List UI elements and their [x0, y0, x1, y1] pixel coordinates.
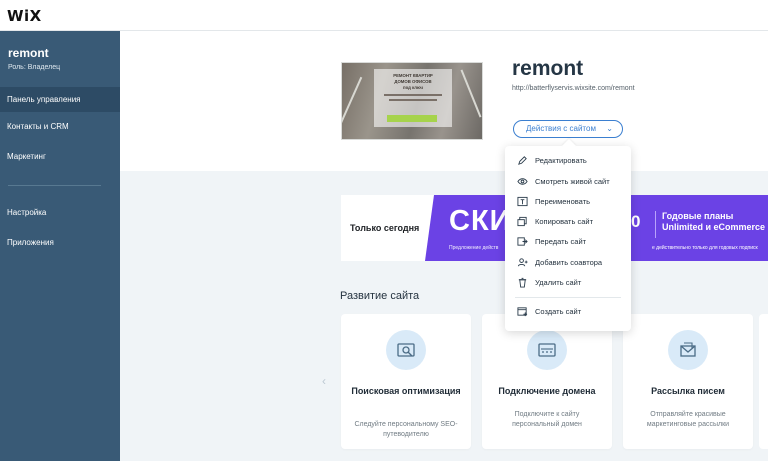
promo-small-text-left: Предложение действ	[449, 245, 499, 251]
person-add-icon	[517, 258, 528, 267]
domain-card-title: Подключение домена	[498, 386, 596, 396]
menu-copy-label: Копировать сайт	[535, 217, 594, 226]
next-card-edge[interactable]	[759, 314, 768, 449]
menu-view-live[interactable]: Смотреть живой сайт	[505, 172, 631, 192]
top-bar: WiX	[0, 0, 768, 31]
menu-copy[interactable]: Копировать сайт	[505, 212, 631, 232]
thumbnail-text-line	[389, 99, 437, 101]
site-actions-menu: Редактировать Смотреть живой сайт Переим…	[505, 138, 631, 331]
menu-divider	[515, 297, 621, 298]
promo-big-text: СКИ	[449, 205, 512, 237]
menu-transfer[interactable]: Передать сайт	[505, 232, 631, 252]
promo-plans-title: Годовые планы	[662, 211, 734, 221]
site-overview: РЕМОНТ КВАРТИР ДОМОВ ОФИСОВ под ключ rem…	[120, 31, 768, 171]
sidebar-item-marketing[interactable]: Маркетинг	[0, 144, 120, 169]
sidebar-item-settings[interactable]: Настройка	[0, 200, 120, 225]
site-thumbnail[interactable]: РЕМОНТ КВАРТИР ДОМОВ ОФИСОВ под ключ	[341, 62, 483, 140]
site-title: remont	[512, 57, 584, 80]
promo-today-label: Только сегодня	[350, 223, 420, 233]
email-card-title: Рассылка писем	[651, 386, 725, 396]
menu-create-site[interactable]: Создать сайт	[505, 302, 631, 322]
sidebar-item-apps[interactable]: Приложения	[0, 230, 120, 255]
wix-logo[interactable]: WiX	[7, 7, 42, 25]
new-site-icon	[517, 307, 528, 317]
sidebar-divider	[8, 185, 101, 186]
sidebar: remont Роль: Владелец Панель управления …	[0, 31, 120, 461]
pencil-icon	[518, 156, 527, 165]
menu-view-live-label: Смотреть живой сайт	[535, 177, 610, 186]
sidebar-site-name: remont	[8, 46, 49, 60]
menu-delete[interactable]: Удалить сайт	[505, 273, 631, 293]
menu-add-collaborator[interactable]: Добавить соавтора	[505, 253, 631, 273]
menu-edit[interactable]: Редактировать	[505, 151, 631, 171]
main-content: РЕМОНТ КВАРТИР ДОМОВ ОФИСОВ под ключ rem…	[120, 31, 768, 461]
domain-card-text: Подключите к сайту персональный домен	[512, 411, 582, 428]
promo-left: Только сегодня	[341, 195, 425, 261]
rename-icon	[517, 196, 528, 207]
menu-rename-label: Переименовать	[535, 197, 590, 206]
seo-icon	[386, 330, 426, 370]
thumbnail-button	[387, 115, 437, 122]
menu-edit-label: Редактировать	[535, 156, 587, 165]
email-card[interactable]: Рассылка писем Отправляйте красивые марк…	[623, 314, 753, 449]
thumbnail-subheading: под ключ	[402, 85, 424, 90]
site-url[interactable]: http://batterflyservis.wixsite.com/remon…	[512, 85, 635, 92]
site-development-title: Развитие сайта	[340, 290, 420, 302]
thumbnail-heading: РЕМОНТ КВАРТИР	[393, 73, 433, 78]
site-actions-button[interactable]: Действия с сайтом ⌄	[513, 120, 623, 138]
email-card-text: Отправляйте красивые маркетинговые рассы…	[646, 411, 730, 428]
menu-transfer-label: Передать сайт	[535, 237, 587, 246]
sidebar-item-dashboard[interactable]: Панель управления	[0, 87, 120, 112]
seo-card-title: Поисковая оптимизация	[351, 386, 461, 396]
thumbnail-text-line	[384, 94, 442, 96]
thumbnail-subheading: ДОМОВ ОФИСОВ	[394, 79, 432, 84]
sidebar-role: Роль: Владелец	[8, 64, 61, 71]
seo-card-text: Следуйте персональному SEO-путеводителю	[354, 421, 458, 438]
transfer-icon	[517, 237, 528, 246]
mail-icon	[668, 330, 708, 370]
carousel-left-arrow[interactable]: ‹	[322, 374, 326, 388]
menu-create-site-label: Создать сайт	[535, 307, 582, 316]
promo-plans-subtitle: Unlimited и eCommerce	[662, 222, 766, 232]
copy-icon	[517, 216, 527, 227]
site-actions-label: Действия с сайтом	[526, 124, 596, 133]
menu-add-collaborator-label: Добавить соавтора	[535, 258, 603, 267]
menu-rename[interactable]: Переименовать	[505, 192, 631, 212]
promo-plans: Годовые планы Unlimited и eCommerce	[655, 211, 765, 238]
promo-small-text-right: е действительно только для годовых подпи…	[652, 245, 758, 251]
trash-icon	[518, 277, 527, 288]
chevron-down-icon: ⌄	[606, 124, 613, 133]
seo-card[interactable]: Поисковая оптимизация Следуйте персональ…	[341, 314, 471, 449]
promo-digit: 0	[631, 212, 641, 231]
sidebar-item-contacts-crm[interactable]: Контакты и CRM	[0, 114, 120, 139]
domain-card[interactable]: Подключение домена Подключите к сайту пе…	[482, 314, 612, 449]
eye-icon	[517, 178, 528, 185]
menu-delete-label: Удалить сайт	[535, 278, 582, 287]
domain-icon	[527, 330, 567, 370]
